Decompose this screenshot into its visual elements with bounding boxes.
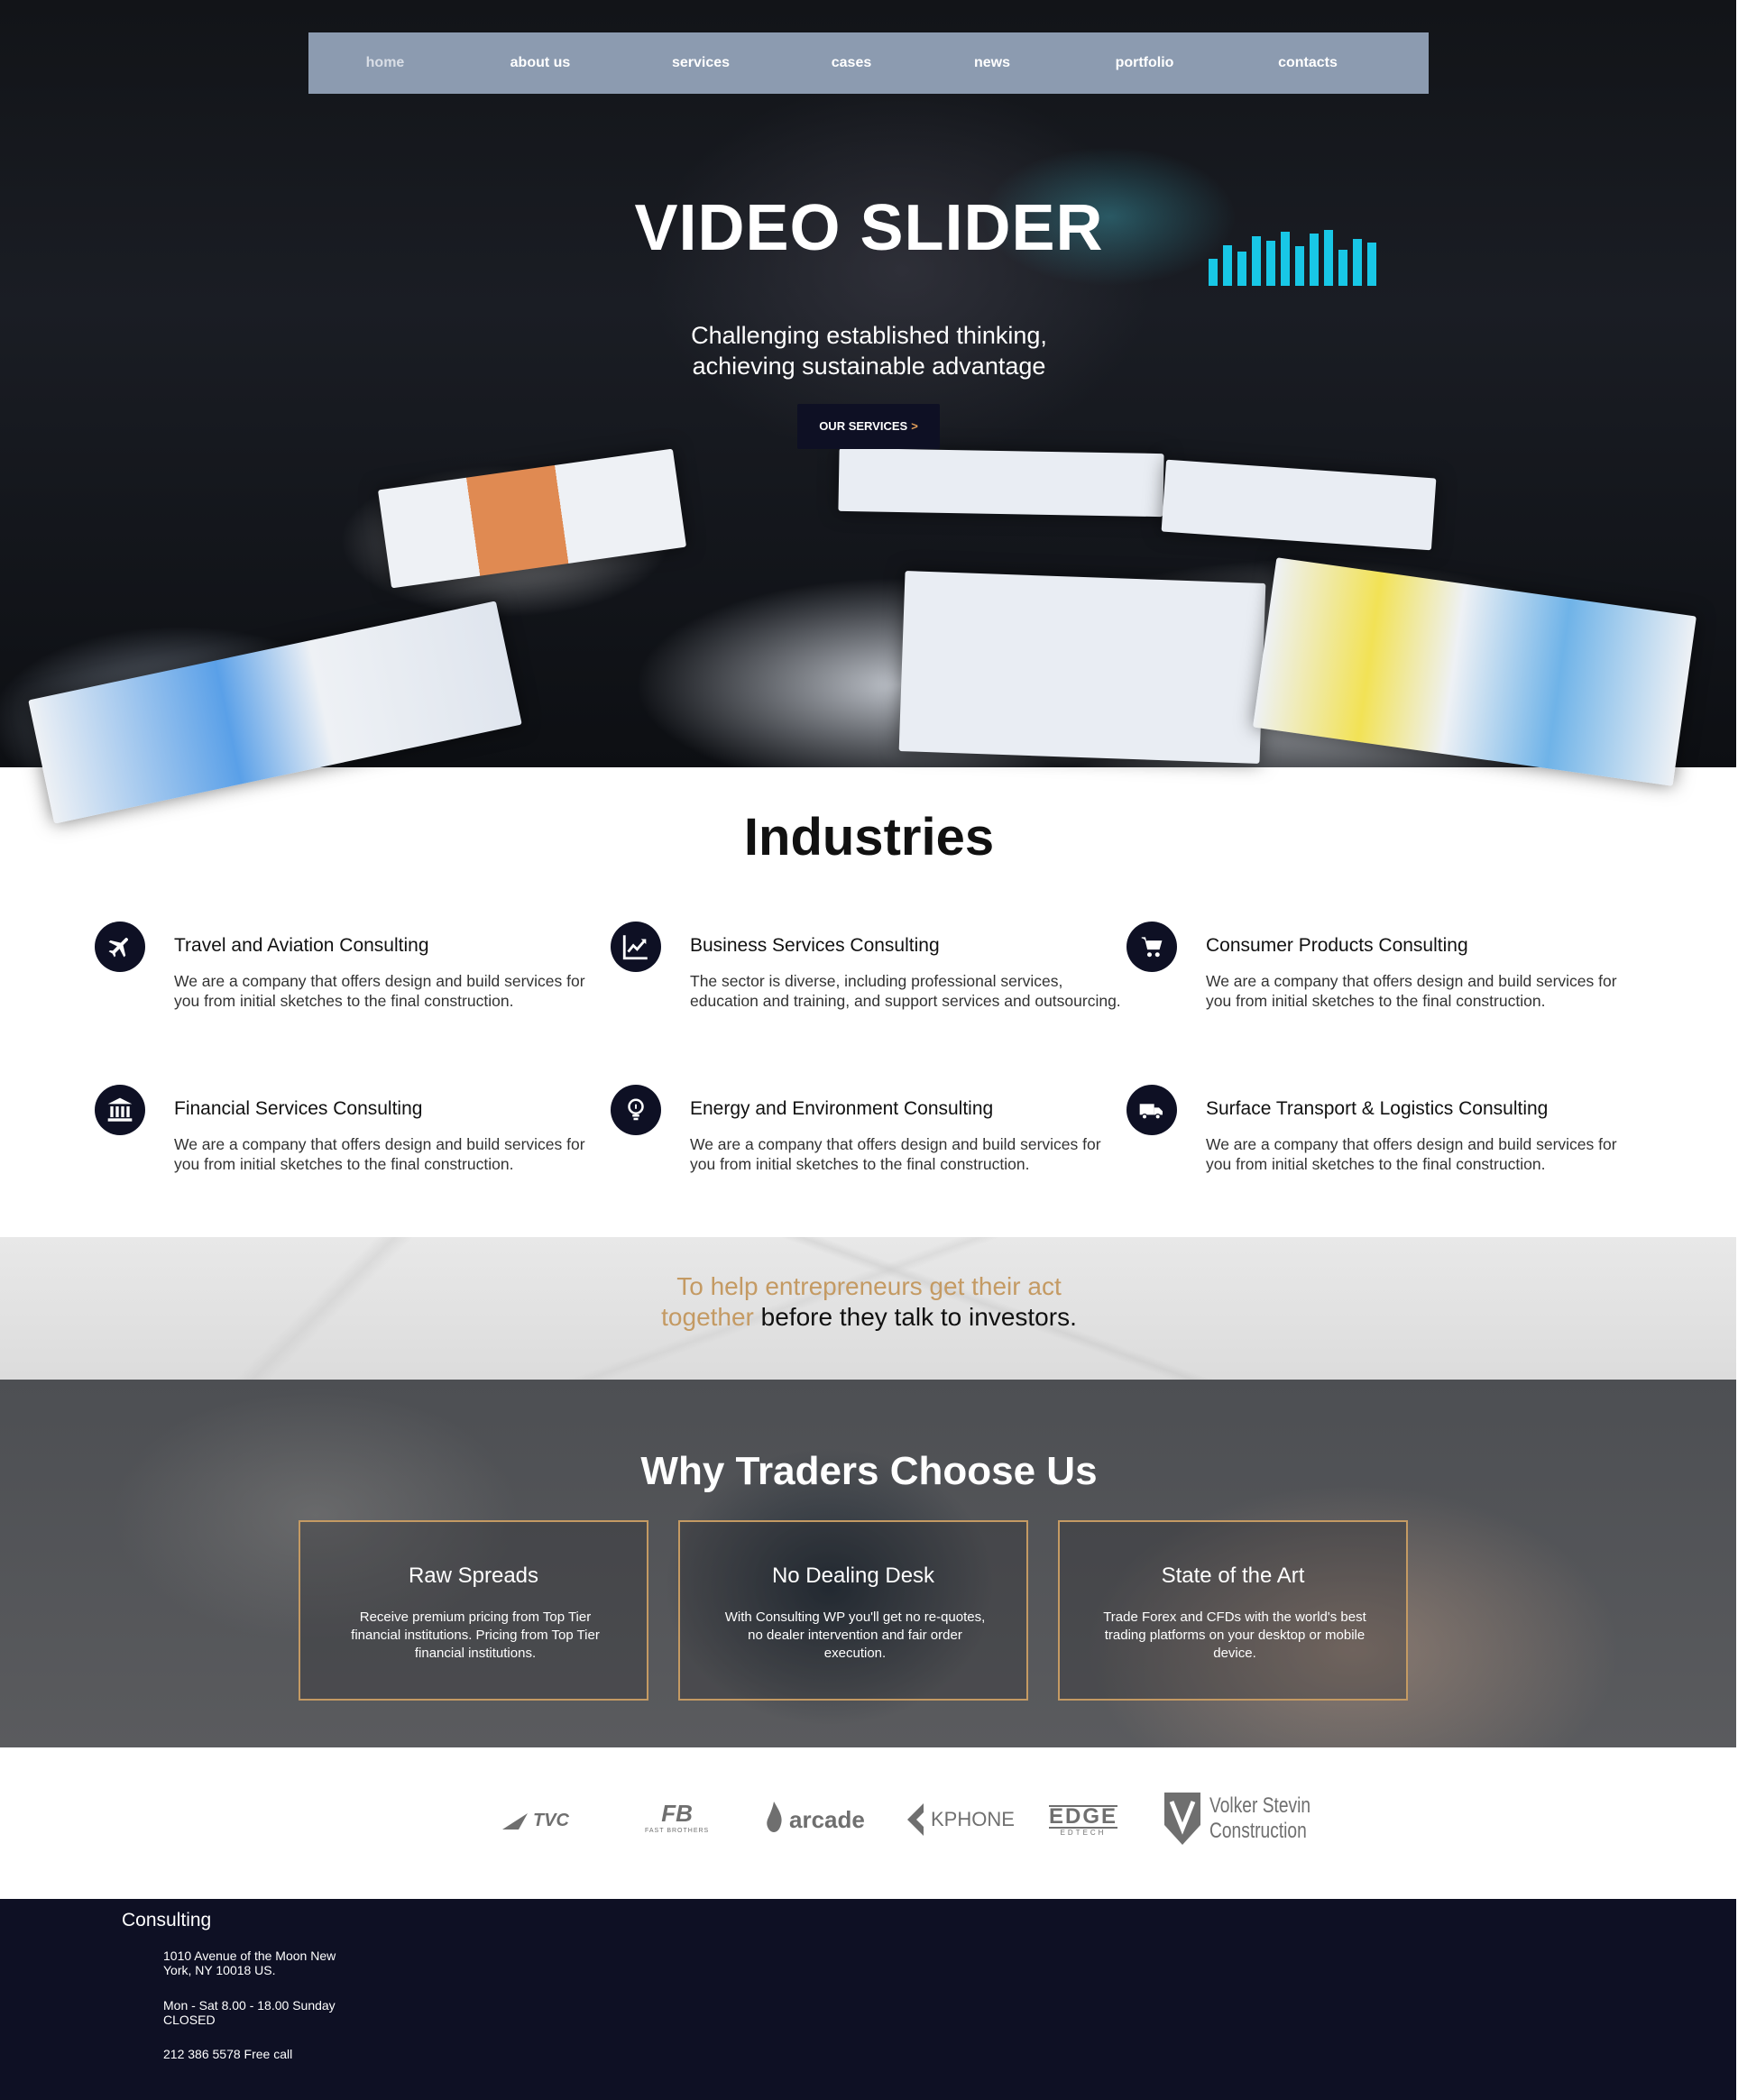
hero-decor-paper: [898, 571, 1266, 764]
footer-address-line: York, NY 10018 US.: [163, 1963, 276, 1977]
truck-icon: [1126, 1085, 1177, 1135]
industry-desc: We are a company that offers design and …: [1206, 972, 1617, 1010]
feature-card-title: State of the Art: [1161, 1564, 1305, 1588]
hero-decor-paper: [377, 448, 687, 589]
main-nav: home about us services cases news portfo…: [308, 32, 1429, 94]
hero-decor-paper: [1161, 459, 1437, 551]
fast-brothers-mark: FB: [661, 1800, 693, 1827]
logo-arcade-text: arcade: [789, 1805, 865, 1833]
tvc-logo-mark: [502, 1812, 528, 1829]
hero-subtitle: Challenging established thinking, achiev…: [0, 320, 1738, 381]
page: home about us services cases news portfo…: [0, 0, 1738, 2100]
footer-title: Consulting: [122, 1910, 212, 1930]
nav-cases[interactable]: cases: [797, 32, 906, 94]
footer-phone[interactable]: 212 386 5578 Free call: [163, 2047, 371, 2061]
nav-services[interactable]: services: [647, 32, 755, 94]
our-services-button[interactable]: OUR SERVICES >: [797, 404, 940, 449]
industry-desc: We are a company that offers design and …: [174, 972, 585, 1010]
nav-about-us[interactable]: about us: [486, 32, 594, 94]
feature-card-title: Raw Spreads: [408, 1564, 539, 1588]
hero-title: VIDEO SLIDER: [634, 192, 1104, 264]
feature-card: Raw Spreads Receive premium pricing from…: [299, 1520, 648, 1701]
industry-name: Business Services Consulting: [690, 935, 940, 956]
hero-decor-paper: [838, 447, 1164, 518]
partner-logos: TVC FB FAST BROTHERS arcade KPHONE EDGE …: [0, 1747, 1738, 1899]
logo-kphone-text: KPHONE: [931, 1808, 1015, 1830]
logo-volker-line: Construction: [1209, 1819, 1307, 1843]
footer-address-line: 1010 Avenue of the Moon New: [163, 1949, 336, 1963]
hero-subtitle-line: Challenging established thinking,: [691, 322, 1047, 349]
footer-hours-line: CLOSED: [163, 2013, 216, 2027]
footer-hours: Mon - Sat 8.00 - 18.00 Sunday CLOSED: [163, 1998, 371, 2027]
bank-icon: [95, 1085, 145, 1135]
industry-name: Energy and Environment Consulting: [690, 1098, 994, 1119]
industry-desc: We are a company that offers design and …: [174, 1135, 585, 1173]
volker-stevin-logo-mark: [1164, 1793, 1200, 1845]
logo-tvc: TVC: [501, 1811, 569, 1831]
hero-subtitle-line: achieving sustainable advantage: [692, 353, 1046, 380]
chart-up-icon: [611, 922, 661, 972]
quote-line: To help entrepreneurs get their act: [676, 1272, 1062, 1300]
industry-name: Consumer Products Consulting: [1206, 935, 1468, 956]
lightbulb-icon: [611, 1085, 661, 1135]
logo-fast-brothers-text: FAST BROTHERS: [645, 1828, 710, 1834]
feature-card: State of the Art Trade Forex and CFDs wi…: [1058, 1520, 1408, 1701]
nav-news[interactable]: news: [938, 32, 1046, 94]
logo-arcade: arcade: [762, 1800, 865, 1839]
logo-volker-stevin: Volker Stevin Construction: [1161, 1789, 1336, 1848]
industry-name: Travel and Aviation Consulting: [174, 935, 429, 956]
logo-edge: EDGE EDTECH: [1049, 1804, 1118, 1837]
industry-name: Surface Transport & Logistics Consulting: [1206, 1098, 1549, 1119]
chevron-right-icon: >: [911, 419, 918, 433]
nav-home[interactable]: home: [331, 32, 439, 94]
kphone-logo-mark: [907, 1803, 924, 1836]
hero-decor-paper: [1253, 557, 1697, 786]
feature-card-text: Trade Forex and CFDs with the world's be…: [1103, 1609, 1366, 1661]
feature-card: No Dealing Desk With Consulting WP you'l…: [678, 1520, 1028, 1701]
logo-volker-line: Volker Stevin: [1209, 1793, 1311, 1818]
logo-edge-text: EDGE: [1049, 1804, 1118, 1829]
airplane-icon: [95, 922, 145, 972]
industry-desc: We are a company that offers design and …: [1206, 1135, 1617, 1173]
footer-hours-line: Mon - Sat 8.00 - 18.00 Sunday: [163, 1998, 336, 2013]
industries-title: Industries: [743, 808, 995, 867]
why-traders-title: Why Traders Choose Us: [640, 1449, 1098, 1493]
our-services-label: OUR SERVICES: [819, 419, 908, 433]
quote-gold-word: together: [661, 1303, 754, 1331]
feature-card-text: With Consulting WP you'll get no re-quot…: [724, 1609, 986, 1661]
cart-icon: [1126, 922, 1177, 972]
feature-card-text: Receive premium pricing from Top Tier fi…: [351, 1609, 600, 1661]
arcade-flame-icon: [767, 1802, 782, 1832]
industry-desc: The sector is diverse, including profess…: [690, 972, 1121, 1010]
quote-text: To help entrepreneurs get their act toge…: [0, 1271, 1738, 1333]
logo-fast-brothers: FB FAST BROTHERS: [645, 1800, 709, 1834]
industry-name: Financial Services Consulting: [174, 1098, 423, 1119]
nav-portfolio[interactable]: portfolio: [1090, 32, 1199, 94]
logo-kphone: KPHONE: [904, 1800, 1015, 1839]
hero-video-slider: home about us services cases news portfo…: [0, 0, 1738, 824]
hero-decor-paper: [28, 601, 522, 824]
logo-edge-sub: EDTECH: [1060, 1829, 1107, 1837]
footer-address: 1010 Avenue of the Moon New York, NY 100…: [163, 1949, 371, 1977]
quote-dark-text: before they talk to investors.: [753, 1303, 1077, 1331]
industry-desc: We are a company that offers design and …: [690, 1135, 1101, 1173]
logo-tvc-text: TVC: [533, 1811, 569, 1830]
feature-card-title: No Dealing Desk: [771, 1564, 935, 1588]
nav-contacts[interactable]: contacts: [1254, 32, 1362, 94]
